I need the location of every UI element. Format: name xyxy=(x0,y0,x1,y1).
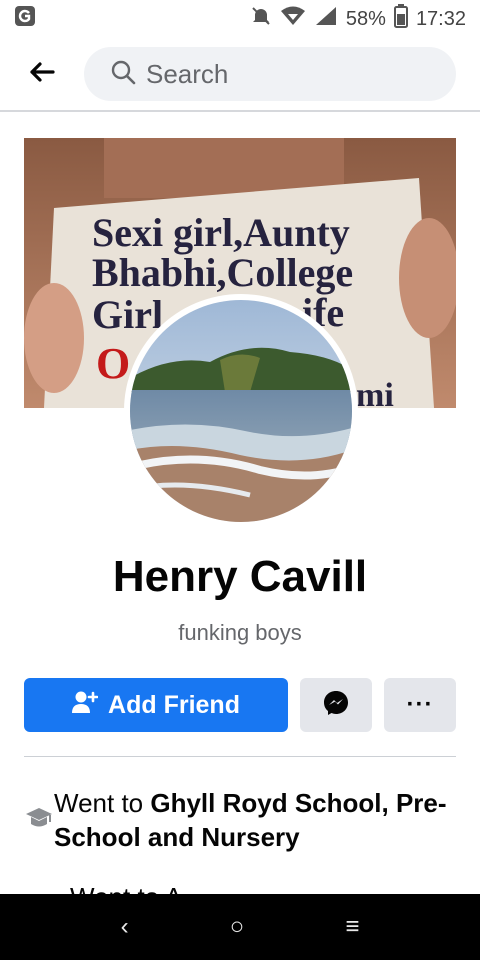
battery-percent: 58% xyxy=(345,7,386,30)
clock: 17:32 xyxy=(415,7,466,30)
status-bar: 58% 17:32 xyxy=(0,0,480,38)
about-education: Went to Ghyll Royd School, Pre-School an… xyxy=(24,786,456,854)
profile-actions: Add Friend ··· xyxy=(24,678,456,732)
profile-bio: funking boys xyxy=(178,620,302,645)
nav-back-button[interactable]: ‹ xyxy=(121,913,129,941)
graduation-cap-icon xyxy=(24,786,54,854)
back-arrow-icon xyxy=(29,61,55,88)
cover-text-line4: O xyxy=(96,339,130,388)
add-friend-label: Add Friend xyxy=(108,690,240,719)
search-icon xyxy=(110,59,136,90)
cover-text-line4b: mi xyxy=(356,377,394,408)
education-prefix: Went to xyxy=(54,788,151,818)
profile-picture[interactable] xyxy=(124,294,358,528)
app-icon xyxy=(14,5,36,33)
wifi-icon xyxy=(280,5,306,33)
mute-icon xyxy=(250,5,272,33)
add-friend-icon xyxy=(72,690,99,721)
message-button[interactable] xyxy=(300,678,372,732)
search-input[interactable]: Search xyxy=(84,47,456,101)
nav-home-button[interactable]: ○ xyxy=(230,913,245,941)
top-header: Search xyxy=(0,38,480,112)
add-friend-button[interactable]: Add Friend xyxy=(24,678,288,732)
divider xyxy=(24,756,456,757)
back-button[interactable] xyxy=(0,37,84,111)
search-placeholder: Search xyxy=(146,58,229,89)
signal-icon xyxy=(314,5,338,33)
cover-text-line3: Girl xyxy=(92,292,163,337)
profile-photo-image xyxy=(130,300,352,522)
messenger-icon xyxy=(322,689,350,722)
education-text: Went to Ghyll Royd School, Pre-School an… xyxy=(54,786,456,854)
system-nav-bar: ‹ ○ ≡ xyxy=(0,894,480,960)
profile-name: Henry Cavill xyxy=(112,552,368,601)
more-icon: ··· xyxy=(406,691,434,718)
cover-text-line1: Sexi girl,Aunty xyxy=(92,210,350,255)
more-options-button[interactable]: ··· xyxy=(384,678,456,732)
battery-icon xyxy=(393,4,408,34)
nav-recent-button[interactable]: ≡ xyxy=(345,913,359,941)
cover-text-line2: Bhabhi,College xyxy=(92,250,353,295)
